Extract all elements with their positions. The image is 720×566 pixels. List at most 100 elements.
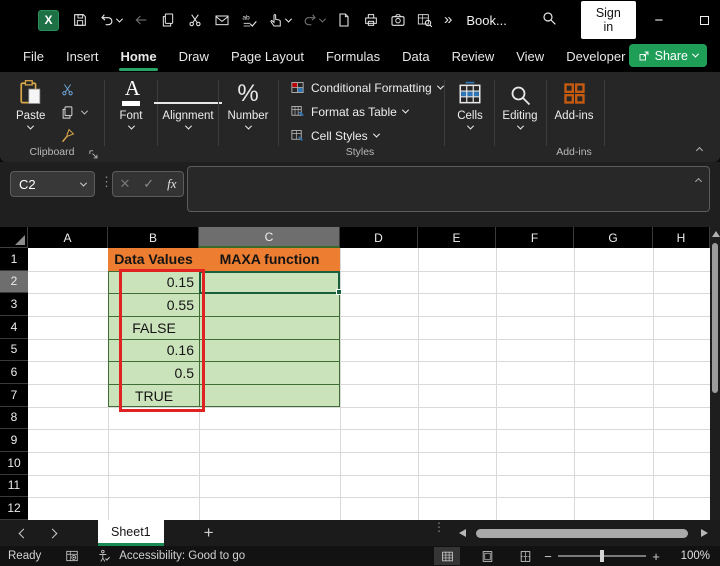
cell-c5[interactable] — [199, 338, 340, 362]
previous-sheet-chevron-icon[interactable] — [18, 528, 29, 538]
font-button[interactable]: A Font — [108, 77, 154, 130]
row-header-11[interactable]: 11 — [0, 474, 28, 498]
copy-button[interactable] — [58, 103, 76, 121]
cell-c4[interactable] — [199, 315, 340, 339]
undo-icon[interactable] — [99, 12, 124, 28]
macro-record-icon[interactable] — [65, 549, 79, 563]
page-break-view-icon[interactable] — [512, 547, 538, 565]
overflow-icon[interactable]: » — [444, 12, 452, 28]
lookup-icon[interactable] — [417, 12, 433, 28]
conditional-formatting-button[interactable]: Conditional Formatting — [290, 80, 444, 95]
share-button[interactable]: Share — [628, 44, 707, 67]
sheet-tab-sheet1[interactable]: Sheet1 — [98, 520, 164, 546]
new-file-icon[interactable] — [336, 12, 352, 28]
row-header-1[interactable]: 1 — [0, 248, 28, 271]
column-header-a[interactable]: A — [28, 227, 108, 248]
cell-c6[interactable] — [199, 361, 340, 384]
horizontal-scroll-thumb[interactable] — [476, 529, 688, 538]
row-header-4[interactable]: 4 — [0, 316, 28, 339]
column-header-f[interactable]: F — [496, 227, 574, 248]
format-as-table-button[interactable]: Format as Table — [290, 104, 409, 119]
back-icon[interactable] — [133, 12, 149, 28]
tab-page-layout[interactable]: Page Layout — [220, 43, 315, 70]
email-icon[interactable] — [214, 12, 230, 28]
paste-button[interactable]: Paste — [16, 77, 45, 130]
row-header-3[interactable]: 3 — [0, 293, 28, 316]
row-header-10[interactable]: 10 — [0, 452, 28, 475]
cell-styles-button[interactable]: Cell Styles — [290, 128, 380, 143]
select-all-corner[interactable] — [0, 227, 28, 248]
row-header-2[interactable]: 2 — [0, 270, 28, 294]
horizontal-scrollbar[interactable] — [455, 520, 710, 546]
scroll-up-arrow-icon[interactable] — [712, 231, 720, 237]
tab-draw[interactable]: Draw — [168, 43, 220, 70]
column-header-h[interactable]: H — [653, 227, 710, 248]
page-layout-view-icon[interactable] — [474, 547, 500, 565]
scroll-left-arrow-icon[interactable] — [459, 529, 466, 537]
insert-function-button[interactable]: fx — [167, 176, 176, 192]
cell-c7[interactable] — [199, 383, 340, 407]
camera-icon[interactable] — [390, 12, 406, 28]
print-icon[interactable] — [363, 12, 379, 28]
cut-icon[interactable] — [187, 12, 203, 28]
number-button[interactable]: % Number — [218, 77, 278, 130]
row-header-5[interactable]: 5 — [0, 338, 28, 362]
excel-logo[interactable]: X — [38, 9, 59, 31]
tab-review[interactable]: Review — [441, 43, 506, 70]
cell-c3[interactable] — [199, 293, 340, 316]
editing-button[interactable]: Editing — [494, 77, 546, 130]
table-header-cell-c1[interactable]: MAXA function — [199, 248, 340, 271]
add-sheet-button[interactable]: + — [204, 523, 214, 543]
tab-file[interactable]: File — [12, 43, 55, 70]
formula-input[interactable] — [187, 166, 710, 212]
row-header-6[interactable]: 6 — [0, 361, 28, 384]
collapse-ribbon-chevron-icon[interactable] — [695, 146, 704, 155]
cells-button[interactable]: Cells — [447, 77, 493, 130]
column-header-d[interactable]: D — [340, 227, 418, 248]
format-painter-button[interactable] — [58, 126, 76, 144]
column-header-g[interactable]: G — [574, 227, 653, 248]
cut-button[interactable] — [58, 80, 76, 98]
spreadsheet-grid[interactable]: A B C D E F G H 1 2 3 4 5 6 7 8 9 10 11 12 Data Values MAXA f… — [0, 227, 710, 520]
selection-fill-handle[interactable] — [336, 289, 342, 296]
scrollbar-resize-handle[interactable]: ⋮ — [433, 521, 445, 533]
redo-icon[interactable] — [302, 12, 327, 28]
vertical-scroll-thumb[interactable] — [712, 243, 718, 393]
zoom-in-button[interactable]: + — [646, 549, 666, 564]
tab-formulas[interactable]: Formulas — [315, 43, 391, 70]
sign-in-button[interactable]: Sign in — [580, 1, 636, 39]
cancel-entry-icon[interactable]: ✕ — [119, 176, 130, 192]
column-header-e[interactable]: E — [418, 227, 496, 248]
zoom-level[interactable]: 100% — [666, 550, 710, 562]
tab-home[interactable]: Home — [109, 43, 167, 71]
row-header-9[interactable]: 9 — [0, 429, 28, 452]
confirm-entry-icon[interactable]: ✓ — [143, 176, 154, 192]
active-cell-selection-c2[interactable] — [199, 270, 340, 295]
copy-icon[interactable] — [160, 12, 176, 28]
row-header-8[interactable]: 8 — [0, 406, 28, 430]
tab-view[interactable]: View — [505, 43, 555, 70]
column-header-c[interactable]: C — [199, 227, 340, 248]
add-ins-button[interactable]: Add-ins — [548, 77, 600, 122]
normal-view-icon[interactable] — [434, 547, 460, 565]
row-header-7[interactable]: 7 — [0, 384, 28, 407]
zoom-slider[interactable] — [558, 550, 646, 562]
row-header-12[interactable]: 12 — [0, 497, 28, 520]
vertical-scrollbar[interactable] — [710, 227, 720, 520]
maximize-button[interactable] — [682, 0, 720, 40]
touch-mode-icon[interactable] — [268, 12, 293, 28]
tab-insert[interactable]: Insert — [55, 43, 110, 70]
alignment-button[interactable]: Alignment — [154, 77, 222, 130]
save-icon[interactable] — [72, 12, 88, 28]
name-box[interactable]: C2 — [10, 171, 95, 197]
expand-formula-bar-chevron-icon[interactable] — [694, 177, 703, 186]
table-header-cell-b1[interactable]: Data Values — [108, 248, 199, 271]
zoom-slider-thumb[interactable] — [600, 550, 604, 562]
zoom-out-button[interactable]: − — [538, 549, 558, 564]
column-header-b[interactable]: B — [108, 227, 199, 248]
tab-data[interactable]: Data — [391, 43, 440, 70]
next-sheet-chevron-icon[interactable] — [47, 528, 58, 538]
tab-developer[interactable]: Developer — [555, 43, 636, 70]
minimize-button[interactable]: − — [636, 0, 682, 40]
scroll-right-arrow-icon[interactable] — [701, 529, 708, 537]
